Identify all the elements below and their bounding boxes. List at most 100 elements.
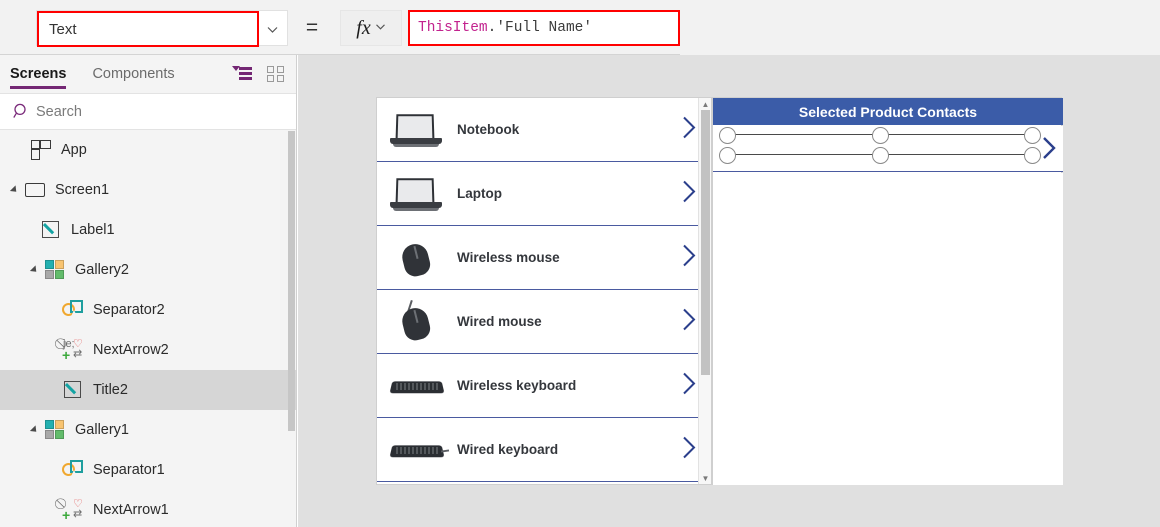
gallery2[interactable]: Selected Product Contacts [712,97,1063,485]
chevron-right-icon[interactable] [681,178,697,209]
gallery1-item[interactable]: Wireless keyboard [377,354,711,418]
search-icon [6,103,36,120]
tree-item-label: Separator2 [93,302,165,318]
sidebar-scrollbar[interactable] [288,131,295,526]
resize-handle[interactable] [872,147,889,164]
chevron-right-icon[interactable] [681,114,697,145]
resize-handle[interactable] [719,147,736,164]
search-row[interactable] [0,93,296,130]
tree-item-separator2[interactable]: Separator2 [0,290,296,330]
tree-item-label: App [61,142,87,158]
app-canvas: Notebook Laptop Wireless mouse Wired mou… [298,55,1160,527]
chevron-right-icon[interactable] [681,434,697,465]
formula-rest-token: .'Full Name' [487,20,593,36]
tree-item-separator1[interactable]: Separator1 [0,450,296,490]
tree-item-nextarrow1[interactable]: ⃠ ♡ + ⇄ NextArrow1 [0,490,296,526]
screen-icon [24,179,46,201]
tree-item-label1[interactable]: Label1 [0,210,296,250]
app-icon [30,139,52,161]
gallery-icon [44,419,66,441]
tree-item-label: NextArrow2 [93,342,169,358]
label-icon [62,379,84,401]
sidebar-tab-bar: Screens Components [0,55,296,93]
formula-text: ThisItem.'Full Name' [410,20,592,36]
chevron-right-icon[interactable] [1041,135,1057,166]
tree-item-label: Label1 [71,222,115,238]
fx-button[interactable]: fx [340,10,402,46]
gallery2-header-title: Selected Product Contacts [798,103,978,120]
expand-caret-icon[interactable] [8,185,24,195]
tab-screens[interactable]: Screens [10,55,67,93]
formula-input[interactable]: ThisItem.'Full Name' [408,10,680,46]
gallery1-item[interactable]: Wired keyboard [377,418,711,482]
gallery1-item[interactable]: Wireless mouse [377,226,711,290]
view-toggle-group [232,55,286,93]
fx-label: fx [356,16,371,39]
gallery2-body [713,173,1063,485]
gallery1-item[interactable]: Wired mouse [377,290,711,354]
property-selector-box[interactable]: Text [37,11,259,47]
separator-icon [62,459,84,481]
tab-components-label: Components [92,66,175,82]
property-selector[interactable]: Text [36,10,288,47]
tree-item-label: Separator1 [93,462,165,478]
resize-handle[interactable] [1024,127,1041,144]
chevron-right-icon[interactable] [681,306,697,337]
gallery1-item-title: Notebook [457,122,520,137]
keyboard-image [387,428,450,472]
equals-sign: = [305,16,319,39]
caret-down-icon[interactable]: ▼ [699,472,711,484]
tree-item-gallery1[interactable]: Gallery1 [0,410,296,450]
tree-item-screen1[interactable]: Screen1 [0,170,296,210]
chevron-right-icon[interactable] [681,370,697,401]
chevron-right-icon[interactable] [681,242,697,273]
search-input[interactable] [36,103,266,120]
nextarrow-icon: ⃠ ♡ + ⇄ [62,498,83,523]
gallery1-scrollbar[interactable]: ▲ ▼ [698,98,711,484]
formula-bar: Text = fx ThisItem.'Full Name' [0,0,1160,55]
gallery1-item-title: Wireless mouse [457,250,560,265]
gallery1-item-title: Laptop [457,186,502,201]
label-icon [40,219,62,241]
laptop-image [387,108,447,152]
tree-item-title2[interactable]: Title2 [0,370,296,410]
tab-screens-label: Screens [10,66,67,82]
keyboard-image [387,364,447,408]
tree-item-label: NextArrow1 [93,502,169,518]
laptop-image [387,172,447,216]
property-selector-value: Text [49,20,77,38]
gallery1-item[interactable]: Laptop [377,162,711,226]
gallery1-item[interactable]: Notebook [377,98,711,162]
sidebar-scrollbar-thumb[interactable] [288,131,295,431]
gallery1[interactable]: Notebook Laptop Wireless mouse Wired mou… [376,97,712,485]
caret-up-icon[interactable]: ▲ [699,98,711,110]
expand-caret-icon[interactable] [28,425,44,435]
mouse-image [387,299,447,344]
gallery1-item-title: Wireless keyboard [457,378,577,393]
gallery2-selected-item[interactable] [713,126,1063,172]
resize-handle[interactable] [719,127,736,144]
screens-tree: App Screen1 Label1 Gallery2 Separator2 j… [0,130,296,526]
chevron-down-icon[interactable] [266,11,279,47]
chevron-down-icon[interactable] [375,19,386,37]
gallery2-header: Selected Product Contacts [713,98,1063,125]
formula-identifier-token: ThisItem [418,20,488,36]
resize-handle[interactable] [1024,147,1041,164]
tab-components[interactable]: Components [92,55,174,93]
gallery1-item-title: Wired mouse [457,314,542,329]
tree-item-label: Gallery1 [75,422,129,438]
tree-item-nextarrow2[interactable]: je; ⃠ ♡ + ⇄ NextArrow2 [0,330,296,370]
tree-item-app[interactable]: App [0,130,296,170]
tree-item-label: Gallery2 [75,262,129,278]
gallery1-scrollbar-thumb[interactable] [701,110,710,375]
resize-handle[interactable] [872,127,889,144]
expand-caret-icon[interactable] [28,265,44,275]
tree-view-icon[interactable] [232,65,252,83]
nextarrow-icon: je; ⃠ ♡ + ⇄ [62,338,83,363]
formula-bar-empty-area [680,0,1160,55]
tree-item-label: Screen1 [55,182,110,198]
tree-item-label: Title2 [93,382,128,398]
separator-icon [62,299,84,321]
grid-view-icon[interactable] [266,65,286,83]
tree-item-gallery2[interactable]: Gallery2 [0,250,296,290]
